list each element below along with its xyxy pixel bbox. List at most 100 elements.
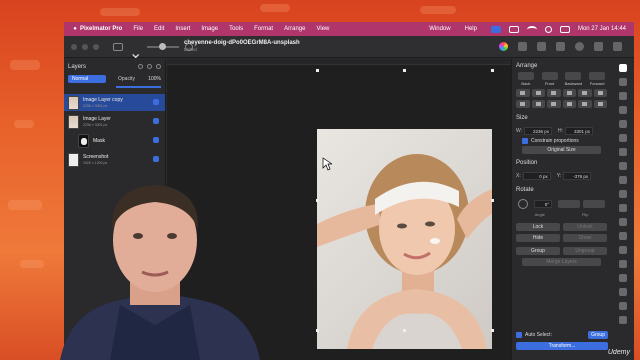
bring-to-front-button[interactable]: Front [539,72,561,86]
auto-select-checkbox[interactable]: Auto Select: Group [512,331,612,339]
unlock-button[interactable]: Unlock [563,223,607,231]
menu-help[interactable]: Help [465,26,477,32]
selection-handle[interactable] [491,69,494,72]
blend-mode-select[interactable]: Normal [68,75,106,83]
flip-horizontal-icon[interactable] [558,200,580,208]
menu-format[interactable]: Format [254,26,273,32]
info-icon[interactable] [575,42,584,51]
view-options-icon[interactable]: ⌄ [129,43,142,62]
magic-wand-icon[interactable] [618,246,627,254]
layer-visibility-checkbox[interactable] [153,137,159,143]
battery-icon[interactable] [508,25,519,33]
hide-button[interactable]: Hide [516,234,560,242]
menu-tools[interactable]: Tools [229,26,243,32]
gradient-tool-icon[interactable] [618,274,627,282]
type-tool-icon[interactable] [618,92,627,100]
rotation-dial[interactable] [518,199,528,209]
selection-handle[interactable] [491,329,494,332]
selection-handle[interactable] [316,199,319,202]
screen-record-icon[interactable] [490,25,501,33]
crop-tool-icon[interactable] [618,134,627,142]
repair-tool-icon[interactable] [618,218,627,226]
layer-visibility-checkbox[interactable] [153,99,159,105]
lock-button[interactable]: Lock [516,223,560,231]
layer-options-icon[interactable] [147,64,152,69]
fill-tool-icon[interactable] [618,260,627,268]
zoom-window-button[interactable] [93,43,99,50]
tools-panel-icon[interactable] [518,42,527,51]
apple-menu-icon[interactable]: ● [70,26,80,32]
menu-arrange[interactable]: Arrange [284,26,305,32]
original-size-button[interactable]: Original Size [522,146,601,154]
align-center-horizontal-icon[interactable] [531,89,545,97]
sidebar-right-icon[interactable] [613,42,622,51]
width-field[interactable]: 2236 px [524,127,553,135]
x-field[interactable]: 0 px [522,172,551,180]
y-field[interactable]: -376 px [563,172,592,180]
height-field[interactable]: 3301 px [565,127,594,135]
hand-tool-icon[interactable] [618,316,627,324]
selection-handle[interactable] [316,329,319,332]
align-center-vertical-icon[interactable] [578,89,592,97]
opacity-slider[interactable] [116,86,161,88]
control-center-icon[interactable] [559,25,570,33]
menu-insert[interactable]: Insert [175,26,190,32]
share-icon[interactable] [594,42,603,51]
clock[interactable]: Mon 27 Jan 14:44 [578,26,626,32]
close-window-button[interactable] [71,43,77,50]
erase-tool-icon[interactable] [618,176,627,184]
transform-button[interactable]: Transform... [516,342,608,350]
angle-field[interactable]: 0° [534,200,552,208]
pen-tool-icon[interactable] [618,148,627,156]
zoom-tool-icon[interactable] [618,302,627,310]
selection-handle[interactable] [491,199,494,202]
color-adjust-tool-icon[interactable] [618,120,627,128]
effects-tool-icon[interactable] [618,106,627,114]
send-to-back-button[interactable]: Back [515,72,537,86]
menu-view[interactable]: View [316,26,329,32]
color-picker-icon[interactable] [499,42,508,51]
constrain-proportions-checkbox[interactable]: Constrain proportions [512,138,611,144]
zoom-slider[interactable] [147,42,179,50]
add-layer-icon[interactable] [138,64,143,69]
menu-app-name[interactable]: Pixelmator Pro [80,26,122,32]
selection-handle[interactable] [316,69,319,72]
align-right-icon[interactable] [547,89,561,97]
retouch-tool-icon[interactable] [618,190,627,198]
distribute-right-icon[interactable] [547,100,561,108]
sidebar-toggle-icon[interactable] [113,42,123,51]
text-tool-icon[interactable] [618,288,627,296]
distribute-top-icon[interactable] [562,100,576,108]
layers-panel-icon[interactable] [556,42,565,51]
menu-edit[interactable]: Edit [154,26,164,32]
menu-window[interactable]: Window [429,26,450,32]
arrange-tool-icon[interactable] [618,64,627,72]
style-tool-icon[interactable] [618,78,627,86]
shape-tool-icon[interactable] [618,232,627,240]
selection-tool-icon[interactable] [618,204,627,212]
align-top-icon[interactable] [562,89,576,97]
bring-forward-button[interactable]: Forward [586,72,608,86]
minimize-window-button[interactable] [82,43,88,50]
send-backward-button[interactable]: Backward [562,72,584,86]
wifi-icon[interactable] [526,25,537,33]
ungroup-button[interactable]: Ungroup [563,247,607,255]
layer-visibility-checkbox[interactable] [153,118,159,124]
menu-file[interactable]: File [133,26,143,32]
merge-layers-button[interactable]: Merge Layers [522,258,601,266]
layer-row[interactable]: Mask [64,132,165,149]
group-button[interactable]: Group [516,247,560,255]
collapse-panel-icon[interactable] [156,64,161,69]
menu-image[interactable]: Image [201,26,218,32]
photo-browser-icon[interactable] [537,42,546,51]
distribute-left-icon[interactable] [516,100,530,108]
layer-row[interactable]: Image Layer copy 2236 × 3301 px [64,94,165,111]
selection-handle[interactable] [403,69,406,72]
selection-handle[interactable] [403,329,406,332]
photo-layer[interactable] [317,129,492,349]
auto-select-dropdown[interactable]: Group [588,331,608,339]
opacity-value[interactable]: 100% [148,76,161,82]
align-left-icon[interactable] [516,89,530,97]
distribute-center-icon[interactable] [531,100,545,108]
flip-vertical-icon[interactable] [583,200,605,208]
